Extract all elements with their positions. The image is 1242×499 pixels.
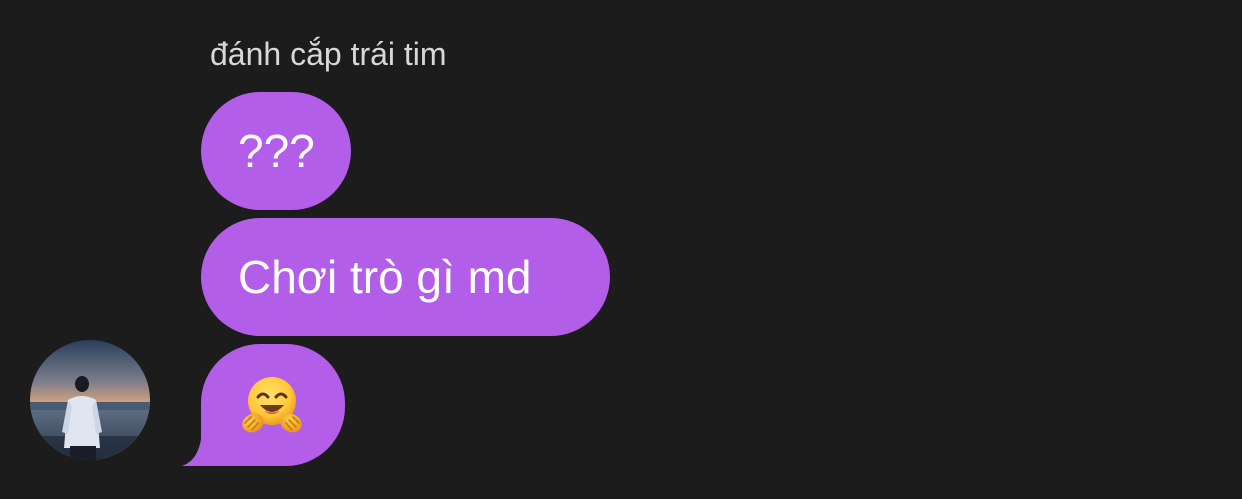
message-bubble[interactable]: Chơi trò gì md (201, 218, 610, 336)
message-text: ??? (238, 125, 315, 177)
message-text: Chơi trò gì md (238, 251, 532, 303)
avatar[interactable] (30, 340, 150, 460)
profile-photo-icon (30, 340, 150, 460)
message-bubble-emoji[interactable] (201, 344, 345, 466)
sender-name: đánh cắp trái tim (210, 36, 447, 72)
hugging-face-emoji-icon (242, 376, 302, 433)
message-bubble[interactable]: ??? (201, 92, 351, 210)
